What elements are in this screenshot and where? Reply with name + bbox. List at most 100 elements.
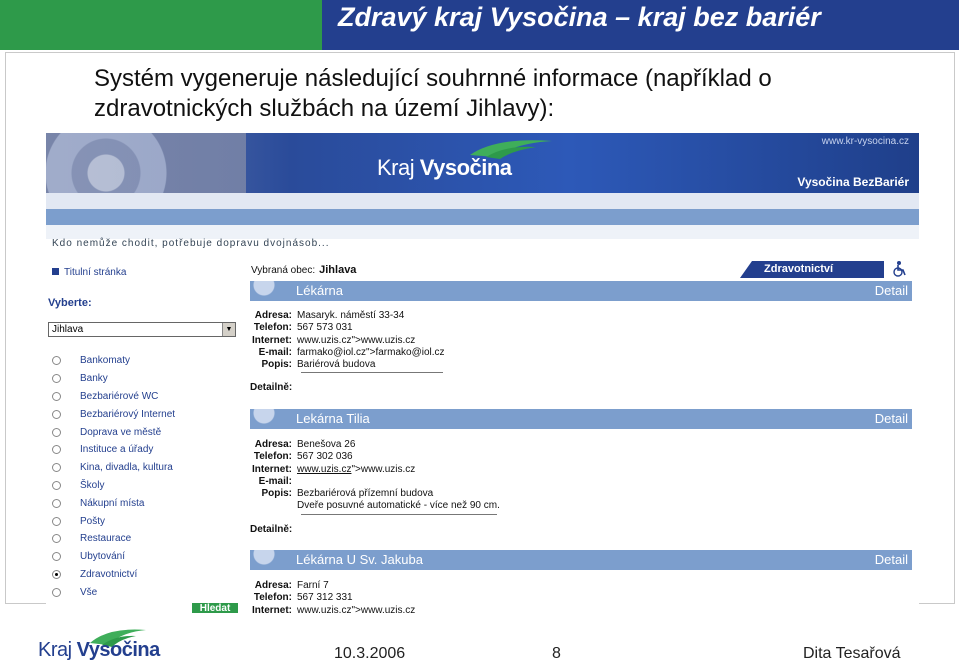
phone-label: Telefon:	[253, 592, 292, 604]
category-radio-item[interactable]: Instituce a úřady	[52, 441, 175, 459]
record-header: Lékárna U Sv. Jakuba Detail	[250, 550, 912, 570]
phone-value: 567 312 331	[297, 592, 353, 604]
record-detail-link[interactable]: Detail	[875, 283, 908, 298]
title-bar-green	[0, 0, 322, 50]
record-body: Adresa: Benešova 26 Telefon: 567 302 036 I…	[250, 439, 500, 536]
category-radio-item[interactable]: Doprava ve městě	[52, 423, 175, 441]
radio-button[interactable]	[52, 498, 61, 508]
record-name: Lékárna U Sv. Jakuba	[296, 552, 423, 567]
category-radio-item[interactable]: Nákupní místa	[52, 494, 175, 512]
radio-button[interactable]	[52, 374, 61, 384]
slide-intro-text: Systém vygeneruje následující souhrnné i…	[94, 65, 772, 122]
tab-zdravotnictvi[interactable]: Zdravotnictví	[740, 261, 884, 278]
internet-value[interactable]: www.uzis.cz">www.uzis.cz	[297, 464, 415, 476]
town-select[interactable]: Jihlava ▼	[48, 322, 236, 337]
category-label[interactable]: Ubytování	[80, 551, 125, 562]
slide-title: Zdravý kraj Vysočina – kraj bez bariér	[338, 2, 821, 32]
record-name: Lékárna	[296, 283, 343, 298]
internet-value[interactable]: www.uzis.cz">www.uzis.cz	[297, 335, 415, 347]
category-radio-item[interactable]: Bezbariérové WC	[52, 388, 175, 406]
selected-town-value: Jihlava	[319, 264, 357, 276]
category-label[interactable]: Restaurace	[80, 533, 131, 544]
banner-logo-main: Kraj	[377, 155, 415, 180]
address-label: Adresa:	[254, 439, 292, 450]
nav-choose-label: Vyberte:	[48, 297, 92, 309]
radio-button[interactable]	[52, 445, 61, 455]
address-value: Benešova 26	[297, 439, 356, 450]
footer-logo-main: Kraj	[38, 639, 72, 661]
internet-link[interactable]: www.uzis.cz	[297, 464, 351, 475]
category-radio-item[interactable]: Zdravotnictví	[52, 566, 175, 584]
internet-value[interactable]: www.uzis.cz">www.uzis.cz	[297, 605, 415, 613]
radio-button[interactable]	[52, 427, 61, 437]
email-label: E-mail:	[258, 475, 292, 487]
desc-value-2: Dveře posuvné automatické - více než 90 …	[297, 500, 500, 512]
category-radio-item[interactable]: Bezbariérový Internet	[52, 405, 175, 423]
radio-button[interactable]	[52, 409, 61, 419]
address-value: Farní 7	[297, 580, 329, 591]
record-detail-link[interactable]: Detail	[875, 411, 908, 426]
radio-button[interactable]	[52, 391, 61, 401]
radio-button[interactable]	[52, 516, 61, 526]
record-detail-link[interactable]: Detail	[875, 552, 908, 567]
divider	[301, 513, 497, 515]
nav-home-link[interactable]: Titulní stránka	[52, 267, 126, 278]
email-value[interactable]: farmako@iol.cz">farmako@iol.cz	[297, 347, 445, 359]
site-tagline: Kdo nemůže chodit, potřebuje dopravu dvo…	[52, 238, 330, 249]
radio-button[interactable]	[52, 480, 61, 490]
desc-value: Bezbariérová přízemní budova	[297, 488, 434, 500]
internet-link[interactable]: www.uzis.cz	[297, 605, 351, 613]
internet-label: Internet:	[252, 604, 292, 613]
banner-strip-blue	[46, 209, 919, 225]
category-label[interactable]: Bezbariérové WC	[80, 391, 158, 402]
desc-label: Popis:	[261, 488, 292, 500]
internet-rest: ">www.uzis.cz	[351, 604, 416, 613]
category-label[interactable]: Zdravotnictví	[80, 569, 137, 580]
category-radio-item[interactable]: Pošty	[52, 512, 175, 530]
desc-value: Bariérová budova	[297, 359, 376, 371]
category-radio-item[interactable]: Vše	[52, 583, 175, 601]
banner-strip-pale	[46, 225, 919, 239]
radio-button[interactable]	[52, 463, 61, 473]
internet-label: Internet:	[252, 334, 292, 346]
category-label[interactable]: Instituce a úřady	[80, 444, 153, 455]
category-label[interactable]: Školy	[80, 480, 104, 491]
footer-date: 10.3.2006	[334, 645, 406, 662]
detail-label: Detailně:	[250, 523, 293, 535]
category-radio-item[interactable]: Kina, divadla, kultura	[52, 459, 175, 477]
category-radio-item[interactable]: Bankomaty	[52, 352, 175, 370]
banner-logo-accent: Vysočina	[419, 155, 512, 180]
desc-label-spacer	[250, 500, 292, 512]
radio-button[interactable]	[52, 534, 61, 544]
search-button[interactable]: Hledat	[192, 603, 238, 613]
category-radio-item[interactable]: Ubytování	[52, 548, 175, 566]
header-decoration	[250, 281, 288, 301]
banner-url[interactable]: www.kr-vysocina.cz	[822, 136, 909, 147]
category-label[interactable]: Bezbariérový Internet	[80, 409, 175, 420]
wheelchair-photo	[46, 133, 246, 193]
category-radio-item[interactable]: Školy	[52, 477, 175, 495]
category-radio-item[interactable]: Banky	[52, 370, 175, 388]
record-header: Lékárna Detail	[250, 281, 912, 301]
category-label[interactable]: Bankomaty	[80, 355, 130, 366]
category-label[interactable]: Banky	[80, 373, 108, 384]
category-label[interactable]: Doprava ve městě	[80, 427, 161, 438]
banner-strip-light	[46, 193, 919, 209]
category-label[interactable]: Kina, divadla, kultura	[80, 462, 173, 473]
record-body: Adresa: Masaryk. náměstí 33-34 Telefon: 56…	[250, 310, 445, 395]
category-label[interactable]: Pošty	[80, 516, 105, 527]
banner-logo[interactable]: Kraj Vysočina	[377, 155, 512, 181]
chevron-down-icon[interactable]: ▼	[222, 323, 235, 336]
category-label[interactable]: Vše	[80, 587, 97, 598]
address-label: Adresa:	[254, 310, 292, 321]
radio-button[interactable]	[52, 569, 61, 579]
category-radio-item[interactable]: Restaurace	[52, 530, 175, 548]
email-label: E-mail:	[258, 346, 292, 358]
radio-button[interactable]	[52, 587, 61, 597]
selected-town: Vybraná obec: Jihlava	[251, 264, 356, 276]
radio-button[interactable]	[52, 552, 61, 562]
website-screenshot: Kraj Vysočina www.kr-vysocina.cz Vysočin…	[46, 133, 919, 613]
radio-button[interactable]	[52, 356, 61, 366]
record-header: Lekárna Tilia Detail	[250, 409, 912, 429]
category-label[interactable]: Nákupní místa	[80, 498, 144, 509]
